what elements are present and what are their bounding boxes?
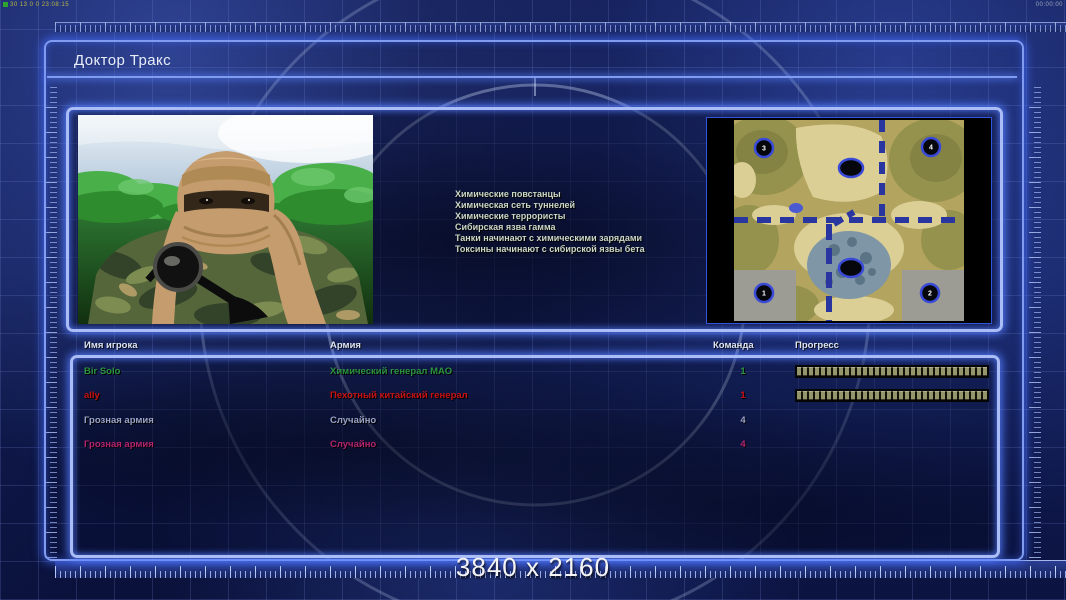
- player-name: Грозная армия: [84, 415, 154, 426]
- player-table-panel: [70, 355, 1000, 558]
- player-name: ally: [84, 390, 100, 401]
- player-team: 1: [740, 390, 746, 401]
- top-ruler: [55, 22, 1066, 32]
- bonus-line: Химические террористы: [455, 211, 566, 221]
- bonus-line: Химическая сеть туннелей: [455, 200, 576, 210]
- player-team: 4: [740, 439, 746, 450]
- svg-text:3: 3: [762, 146, 766, 153]
- player-army: Случайно: [330, 415, 377, 426]
- bonus-line: Танки начинают с химическими зарядами: [455, 233, 643, 243]
- right-ruler: [1026, 86, 1041, 558]
- progress-bar-1: [795, 389, 989, 402]
- resolution-label: 3840 x 2160: [455, 552, 611, 582]
- bonus-line: Токсины начинают с сибирской язвы бета: [455, 244, 645, 254]
- general-bonus-list: Химические повстанцы Химическая сеть тун…: [455, 189, 645, 255]
- minimap: 1 2 3 4: [706, 117, 992, 324]
- bonus-line: Сибирская язва гамма: [455, 222, 556, 232]
- player-team: 4: [740, 415, 746, 426]
- column-header-team: Команда: [713, 340, 754, 351]
- debug-readout-left: 30 13 0 0 23:08:15: [3, 2, 69, 9]
- bonus-line: Химические повстанцы: [455, 189, 561, 199]
- player-army: Пехотный китайский генерал: [330, 390, 468, 401]
- player-name: Грозная армия: [84, 439, 154, 450]
- svg-text:4: 4: [929, 145, 933, 152]
- column-header-army: Армия: [330, 340, 361, 351]
- player-army: Случайно: [330, 439, 377, 450]
- svg-text:1: 1: [762, 291, 766, 298]
- debug-readout-right: 00:00:00: [1035, 2, 1063, 8]
- column-header-progress: Прогресс: [795, 340, 839, 351]
- player-army: Химический генерал МАО: [330, 366, 453, 377]
- player-name: Bir Solo: [84, 366, 121, 377]
- column-header-player-name: Имя игрока: [84, 340, 138, 351]
- player-team: 1: [740, 366, 746, 377]
- page-title: Доктор Тракс: [74, 52, 171, 69]
- minimap-terrain: 1 2 3 4: [734, 120, 964, 321]
- general-portrait: [53, 103, 398, 324]
- loading-screen: { "window": { "resolution_label": "3840 …: [0, 0, 1066, 600]
- svg-text:2: 2: [928, 291, 932, 298]
- progress-bar-0: [795, 365, 989, 378]
- title-divider: [47, 76, 1017, 78]
